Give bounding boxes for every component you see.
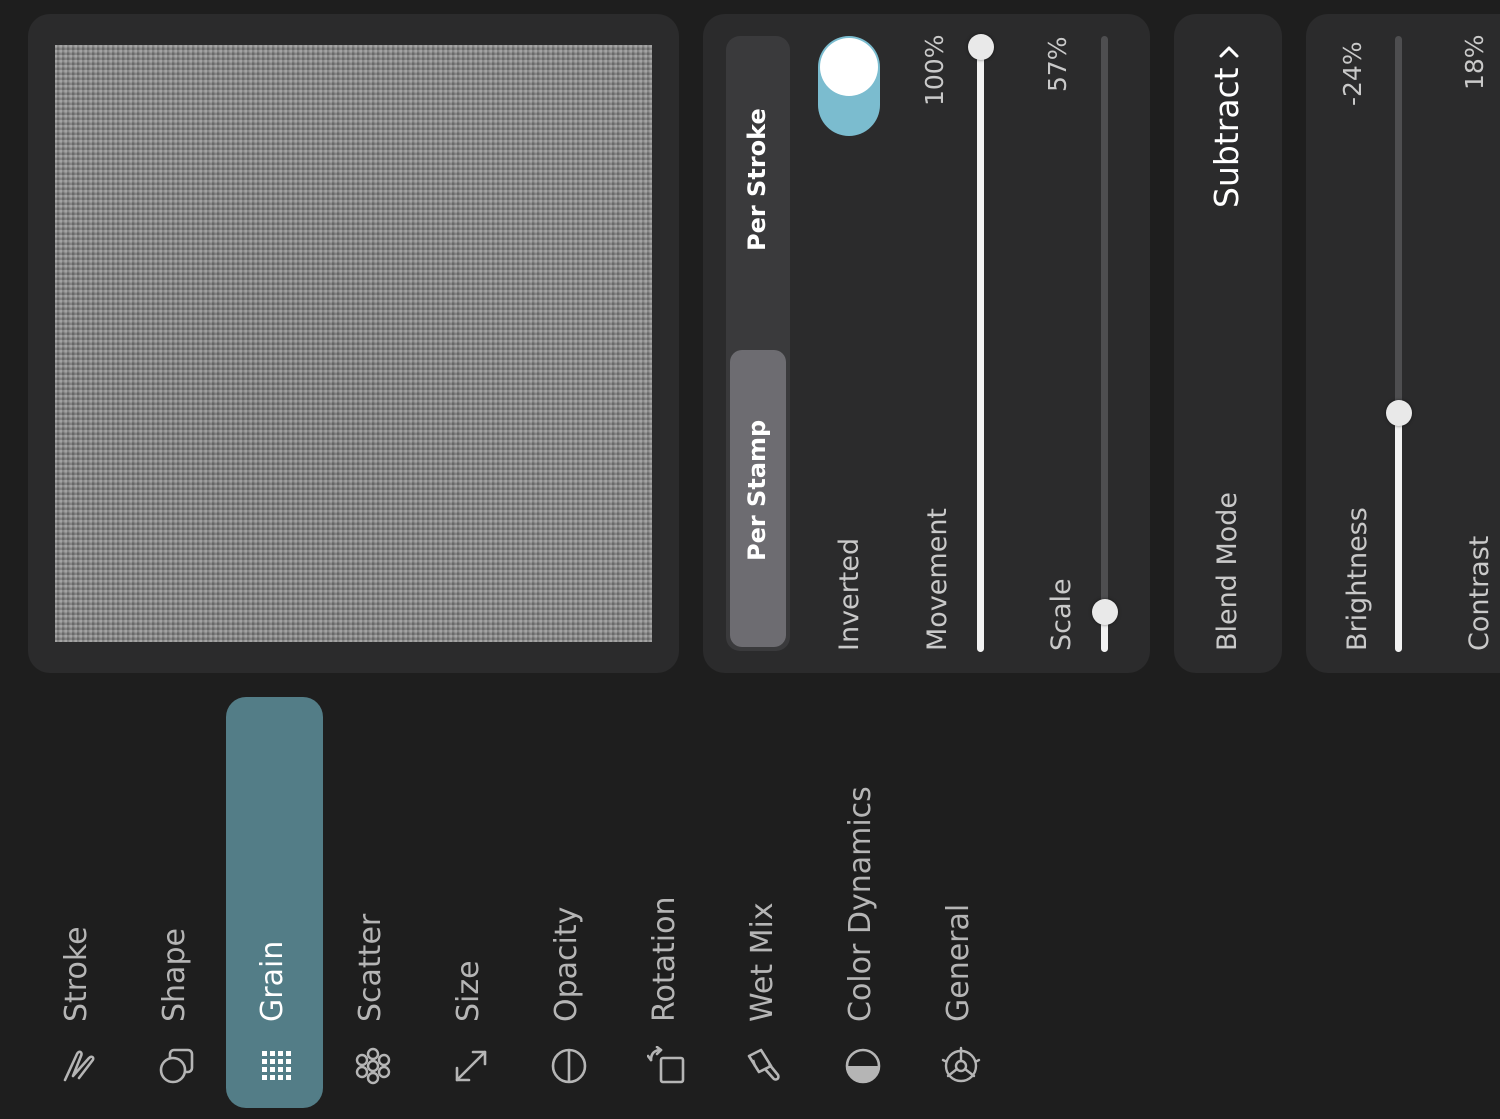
scale-slider-track[interactable] xyxy=(1101,36,1108,652)
brightness-slider-fill xyxy=(1395,413,1402,652)
toggle-knob xyxy=(820,38,878,96)
scale-slider-handle[interactable] xyxy=(1092,599,1118,625)
opacity-circle-icon xyxy=(551,1048,587,1084)
chevron-up-icon[interactable] xyxy=(1216,40,1242,62)
scatter-flower-icon xyxy=(355,1047,391,1085)
movement-slider-handle[interactable] xyxy=(968,34,994,60)
segment-per-stroke[interactable]: Per Stroke xyxy=(743,108,771,251)
sidebar-item-general-label: General xyxy=(941,903,976,1022)
sidebar-item-grain-label: Grain xyxy=(255,940,290,1022)
movement-value: 100% xyxy=(920,34,949,106)
brightness-slider-handle[interactable] xyxy=(1386,400,1412,426)
wet-mix-brush-icon xyxy=(747,1048,780,1081)
movement-label: Movement xyxy=(922,507,953,651)
sidebar-item-color-dynamics-label: Color Dynamics xyxy=(843,786,878,1022)
sidebar-item-shape-label: Shape xyxy=(157,928,192,1022)
shape-icon xyxy=(159,1048,194,1084)
sidebar-item-stroke-label: Stroke xyxy=(59,926,94,1022)
grain-texture-preview[interactable] xyxy=(55,45,652,642)
brightness-value: -24% xyxy=(1338,41,1367,106)
brightness-label: Brightness xyxy=(1342,507,1373,651)
movement-slider-fill xyxy=(977,44,984,652)
blend-mode-value[interactable]: Subtract xyxy=(1207,67,1246,208)
blend-mode-label: Blend Mode xyxy=(1212,491,1243,651)
inverted-label: Inverted xyxy=(834,537,865,651)
segment-per-stamp[interactable]: Per Stamp xyxy=(743,420,771,561)
grain-grid-icon xyxy=(262,1051,291,1080)
sidebar-item-rotation-label: Rotation xyxy=(647,896,682,1022)
size-arrows-icon xyxy=(455,1050,487,1082)
rotation-icon xyxy=(647,1046,685,1084)
contrast-value: 18% xyxy=(1460,34,1489,90)
scale-value: 57% xyxy=(1043,36,1072,92)
stroke-path-icon xyxy=(63,1050,95,1082)
general-gear-icon xyxy=(941,1046,981,1083)
contrast-label: Contrast xyxy=(1464,535,1495,651)
scale-label: Scale xyxy=(1046,578,1077,651)
sidebar-item-wet-mix-label: Wet Mix xyxy=(745,902,780,1022)
color-dynamics-icon xyxy=(845,1048,881,1084)
sidebar-item-size-label: Size xyxy=(451,960,486,1022)
sidebar-item-opacity-label: Opacity xyxy=(549,906,584,1022)
inverted-toggle[interactable] xyxy=(818,36,880,136)
sidebar-item-scatter-label: Scatter xyxy=(353,913,388,1022)
